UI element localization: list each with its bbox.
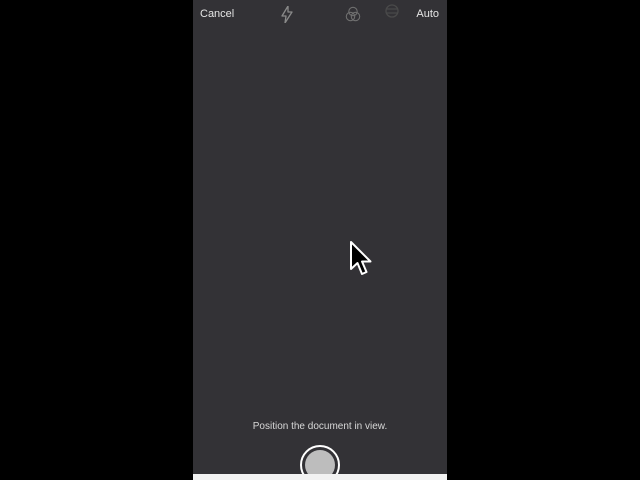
screen: Cancel Auto Position the document in vie… <box>0 0 640 480</box>
bottom-panel-edge <box>193 474 447 480</box>
mouse-pointer-icon <box>350 241 372 275</box>
camera-toolbar: Cancel Auto <box>193 0 447 30</box>
document-scanner-viewfinder: Cancel Auto Position the document in vie… <box>193 0 447 480</box>
auto-capture-button[interactable]: Auto <box>416 7 439 21</box>
flash-icon[interactable] <box>281 6 293 23</box>
filter-icon[interactable] <box>345 6 361 23</box>
rotate-icon[interactable] <box>384 3 400 19</box>
position-hint-text: Position the document in view. <box>252 421 388 432</box>
cancel-button[interactable]: Cancel <box>200 7 234 21</box>
